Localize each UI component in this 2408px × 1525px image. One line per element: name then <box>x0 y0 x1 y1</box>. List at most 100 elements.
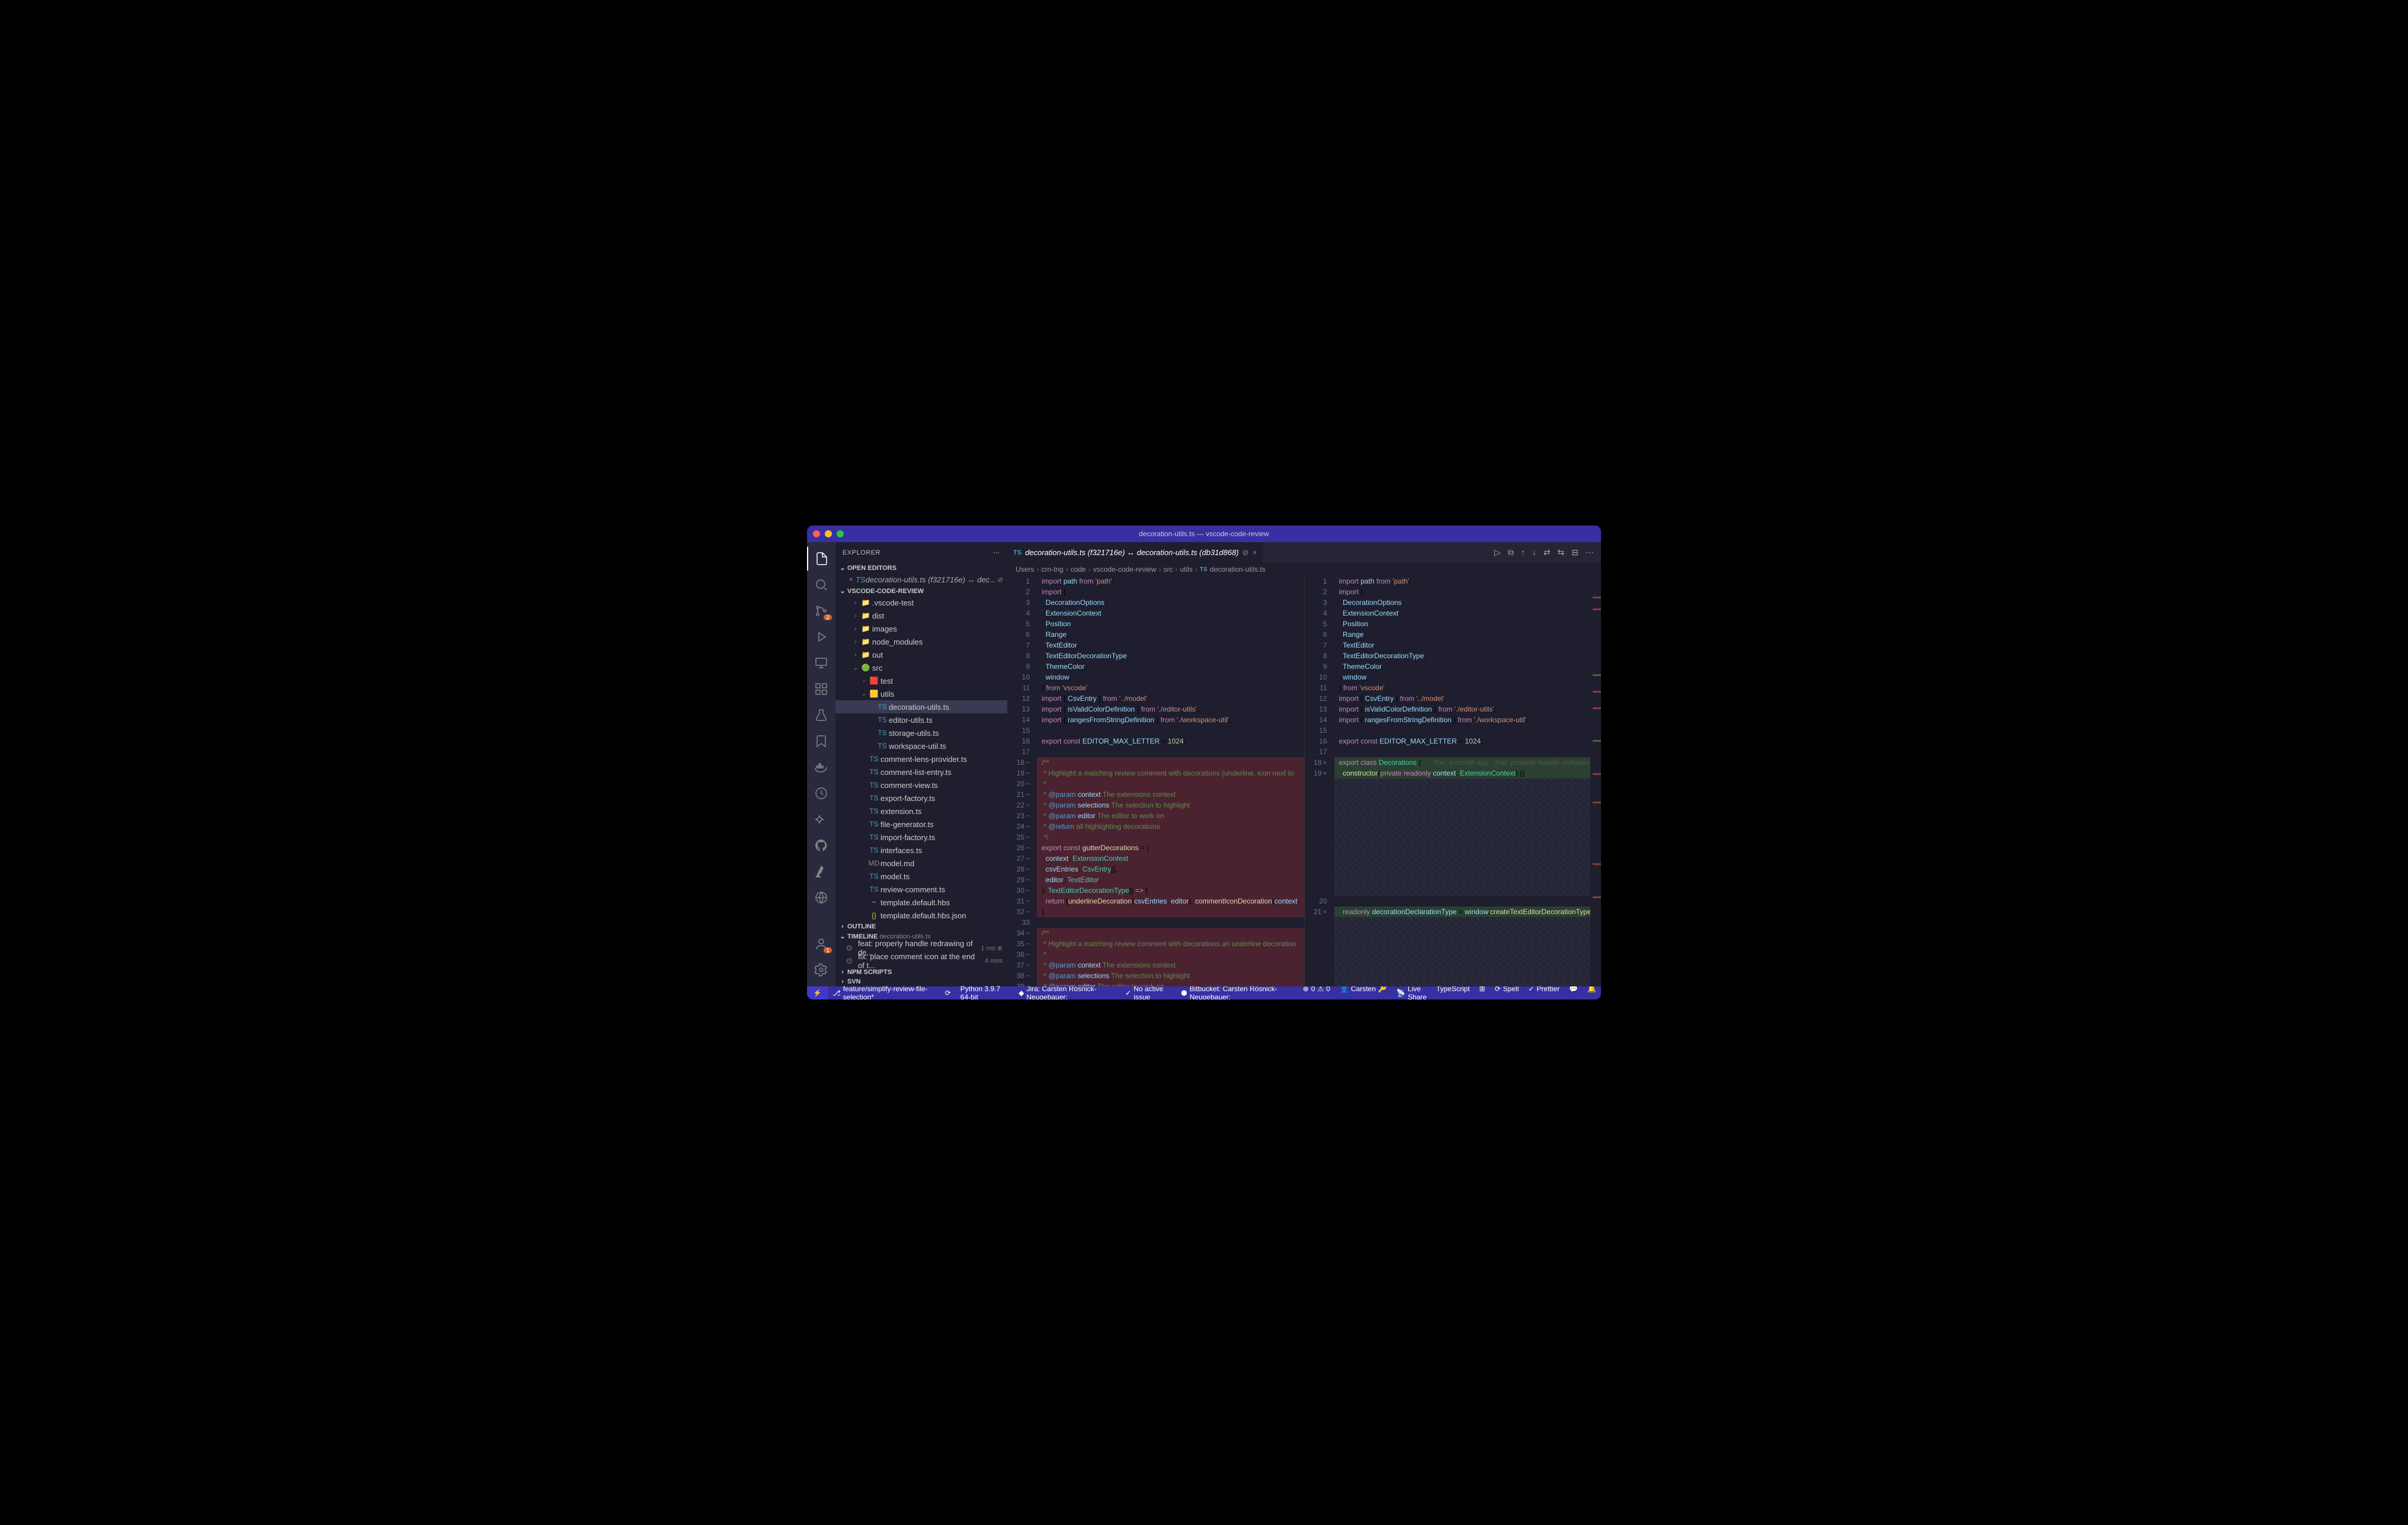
extensions-icon[interactable] <box>807 677 835 701</box>
close-window[interactable] <box>813 530 820 537</box>
vscode-window: decoration-utils.ts — vscode-code-review… <box>807 526 1601 999</box>
account-badge: 1 <box>824 947 832 953</box>
editor-actions: ▷ ⧉ ↑ ↓ ⇄ ⇆ ⊟ ⋯ <box>1494 547 1601 558</box>
github-icon[interactable] <box>807 834 835 857</box>
outline-section[interactable]: ›OUTLINE <box>835 922 1007 931</box>
tab-label: decoration-utils.ts (f321716e) ↔ decorat… <box>1025 548 1239 557</box>
account-icon[interactable]: 1 <box>807 932 835 956</box>
npm-section[interactable]: ›NPM SCRIPTS <box>835 967 1007 977</box>
down-icon[interactable]: ↓ <box>1532 547 1536 558</box>
tree-item-template-default-hbs-json[interactable]: {}template.default.hbs.json <box>835 909 1007 922</box>
tab-bar: TS decoration-utils.ts (f321716e) ↔ deco… <box>1007 542 1601 563</box>
tree-item-utils[interactable]: ⌄🟨utils <box>835 687 1007 700</box>
scm-badge: 2 <box>824 614 832 620</box>
settings-icon[interactable] <box>807 958 835 982</box>
sync-button[interactable]: ⟳ <box>940 986 956 999</box>
bitbucket-button[interactable]: ⬢ Bitbucket: Carsten Rösnick-Neugebauer: <box>1176 986 1298 999</box>
window-title: decoration-utils.ts — vscode-code-review <box>1139 530 1269 538</box>
branch-button[interactable]: ⎇ feature/simplify-review-file-selection… <box>828 986 940 999</box>
tree-item-decoration-utils-ts[interactable]: TSdecoration-utils.ts <box>835 700 1007 713</box>
collapse-icon[interactable]: ⊟ <box>1571 547 1578 558</box>
more-icon[interactable]: ⋯ <box>993 549 1000 556</box>
bookmarks-icon[interactable] <box>807 729 835 753</box>
test-icon[interactable] <box>807 703 835 727</box>
breadcrumb-item[interactable]: src <box>1163 565 1173 574</box>
open-editor-item[interactable]: × TS decoration-utils.ts (f321716e) ↔ de… <box>835 573 1007 586</box>
tree-item-storage-utils-ts[interactable]: TSstorage-utils.ts <box>835 726 1007 739</box>
tree-item-node_modules[interactable]: ›📁node_modules <box>835 635 1007 648</box>
docker-icon[interactable] <box>807 755 835 779</box>
gitlens-icon[interactable] <box>807 808 835 831</box>
run-icon[interactable]: ▷ <box>1494 547 1501 558</box>
timeline-icon[interactable] <box>807 781 835 805</box>
breadcrumb-item[interactable]: decoration-utils.ts <box>1210 565 1266 574</box>
readonly-icon: ⊘ <box>1243 548 1249 558</box>
diff-left-pane[interactable]: 1234567891011121314151617181920212223242… <box>1007 576 1305 986</box>
tree-item-workspace-util-ts[interactable]: TSworkspace-util.ts <box>835 739 1007 752</box>
diff-right-pane[interactable]: 1234567891011121314151617181920212223242… <box>1305 576 1602 986</box>
tree-item-test[interactable]: ›🟥test <box>835 674 1007 687</box>
diff-editor: 1234567891011121314151617181920212223242… <box>1007 576 1601 986</box>
breadcrumb-item[interactable]: vscode-code-review <box>1093 565 1157 574</box>
open-editors-section[interactable]: ⌄OPEN EDITORS <box>835 563 1007 573</box>
scm-icon[interactable]: 2 <box>807 599 835 623</box>
jira-button[interactable]: ◆ Jira: Carsten Rösnick-Neugebauer: <box>1014 986 1120 999</box>
close-tab-icon[interactable]: × <box>1253 548 1257 557</box>
swap-icon[interactable]: ⇄ <box>1544 547 1551 558</box>
tree-item-comment-list-entry-ts[interactable]: TScomment-list-entry.ts <box>835 765 1007 778</box>
search-icon[interactable] <box>807 573 835 597</box>
tree-item-template-default-hbs[interactable]: ~template.default.hbs <box>835 896 1007 909</box>
tree-item-dist[interactable]: ›📁dist <box>835 609 1007 622</box>
issue-button[interactable]: ✓ No active issue <box>1120 986 1176 999</box>
remote-icon[interactable] <box>807 651 835 675</box>
breadcrumb[interactable]: Users›crn-tng›code›vscode-code-review›sr… <box>1007 563 1601 576</box>
workbench: 2 1 EXPLORER ⋯ ⌄OPEN EDITORS × <box>807 542 1601 986</box>
project-section[interactable]: ⌄VSCODE-CODE-REVIEW <box>835 586 1007 596</box>
close-icon[interactable]: × <box>846 575 856 584</box>
titlebar: decoration-utils.ts — vscode-code-review <box>807 526 1601 542</box>
breadcrumb-item[interactable]: crn-tng <box>1041 565 1063 574</box>
tree-item-src[interactable]: ⌄🟢src <box>835 661 1007 674</box>
tree-item-import-factory-ts[interactable]: TSimport-factory.ts <box>835 831 1007 844</box>
status-bar: ⚡ ⎇ feature/simplify-review-file-selecti… <box>807 986 1601 999</box>
editor-tab[interactable]: TS decoration-utils.ts (f321716e) ↔ deco… <box>1007 542 1263 563</box>
minimize-window[interactable] <box>825 530 832 537</box>
tree-item-comment-lens-provider-ts[interactable]: TScomment-lens-provider.ts <box>835 752 1007 765</box>
tree-item-model-md[interactable]: MDmodel.md <box>835 857 1007 870</box>
split-icon[interactable]: ⧉ <box>1508 547 1514 558</box>
tree-item-comment-view-ts[interactable]: TScomment-view.ts <box>835 778 1007 792</box>
up-icon[interactable]: ↑ <box>1521 547 1525 558</box>
activity-bar: 2 1 <box>807 542 835 986</box>
tree-item-export-factory-ts[interactable]: TSexport-factory.ts <box>835 792 1007 805</box>
tree-item-file-generator-ts[interactable]: TSfile-generator.ts <box>835 818 1007 831</box>
explorer-icon[interactable] <box>807 547 835 571</box>
breadcrumb-item[interactable]: utils <box>1180 565 1192 574</box>
breadcrumb-item[interactable]: code <box>1071 565 1086 574</box>
timeline-item[interactable]: ⊙fix: place comment icon at the end of t… <box>835 954 1007 967</box>
tree-item-images[interactable]: ›📁images <box>835 622 1007 635</box>
tree-item-review-comment-ts[interactable]: TSreview-comment.ts <box>835 883 1007 896</box>
tree-item-model-ts[interactable]: TSmodel.ts <box>835 870 1007 883</box>
explorer-title: EXPLORER <box>843 549 880 556</box>
live-share-icon[interactable] <box>807 886 835 909</box>
tree-item-interfaces-ts[interactable]: TSinterfaces.ts <box>835 844 1007 857</box>
ts-icon: TS <box>1013 549 1022 556</box>
python-button[interactable]: Python 3.9.7 64-bit <box>956 986 1014 999</box>
diff-icon[interactable]: ⇆ <box>1558 547 1565 558</box>
minimap[interactable] <box>1590 576 1601 986</box>
maximize-window[interactable] <box>837 530 844 537</box>
more-icon[interactable]: ⋯ <box>1586 547 1594 558</box>
breadcrumb-item[interactable]: Users <box>1016 565 1034 574</box>
tree-item-out[interactable]: ›📁out <box>835 648 1007 661</box>
tree-item--vscode-test[interactable]: ›📁.vscode-test <box>835 596 1007 609</box>
sidebar: EXPLORER ⋯ ⌄OPEN EDITORS × TS decoration… <box>835 542 1007 986</box>
tree-item-extension-ts[interactable]: TSextension.ts <box>835 805 1007 818</box>
remote-button[interactable]: ⚡ <box>807 986 828 999</box>
window-controls <box>813 530 844 537</box>
atlassian-icon[interactable] <box>807 860 835 883</box>
file-tree: ›📁.vscode-test›📁dist›📁images›📁node_modul… <box>835 596 1007 922</box>
sidebar-header: EXPLORER ⋯ <box>835 542 1007 563</box>
tree-item-editor-utils-ts[interactable]: TSeditor-utils.ts <box>835 713 1007 726</box>
liveshare-button[interactable]: 📡 Live Share <box>1392 985 1432 999</box>
debug-icon[interactable] <box>807 625 835 649</box>
